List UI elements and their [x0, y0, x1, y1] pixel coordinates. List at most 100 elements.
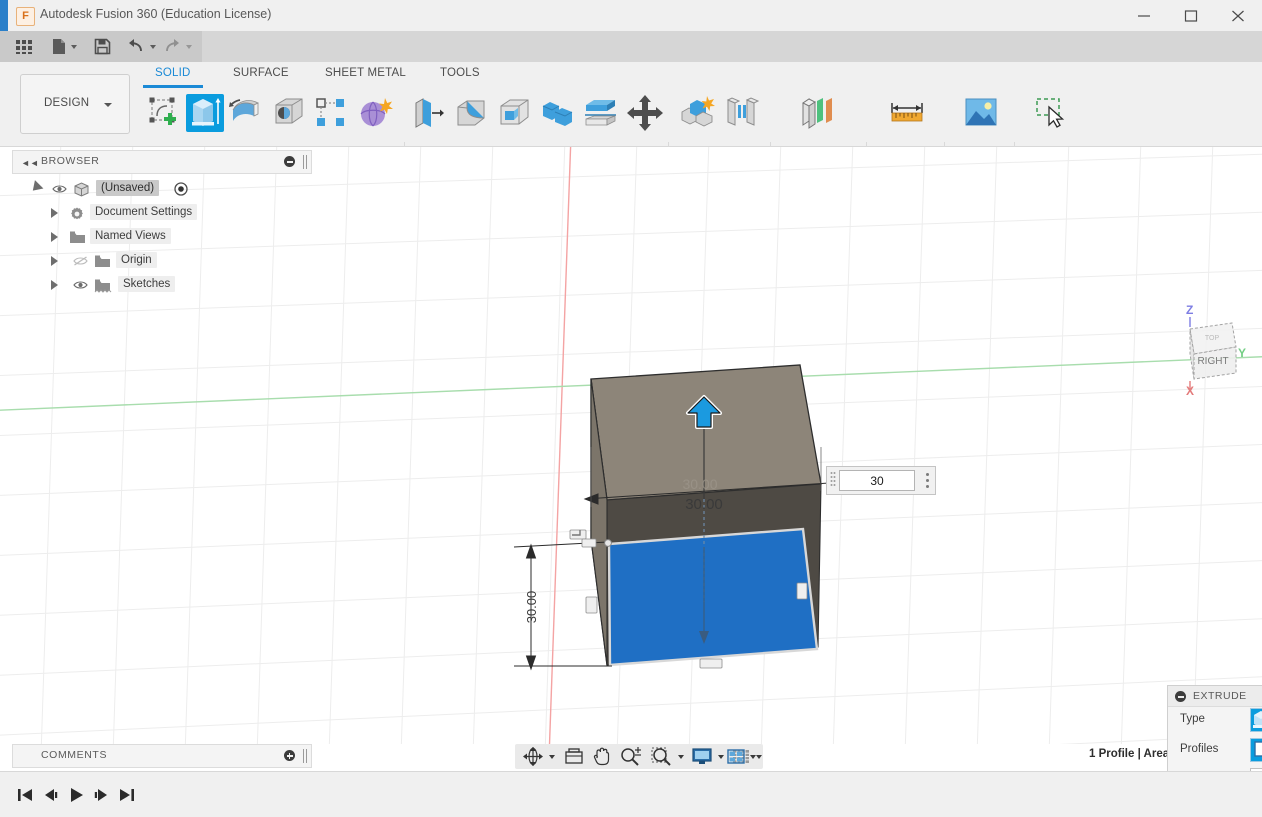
extrude-dialog-title: EXTRUDE — [1193, 690, 1247, 702]
zoom-window-dropdown-caret[interactable] — [678, 755, 684, 759]
tool-create-sketch[interactable] — [145, 94, 183, 132]
redo-icon[interactable] — [163, 37, 181, 56]
tool-insert-image[interactable] — [962, 94, 1000, 132]
play-button[interactable] — [68, 786, 85, 804]
tree-item-unsaved[interactable]: (Unsaved) — [28, 177, 258, 201]
go-to-beginning-button[interactable] — [17, 786, 34, 804]
eye-visible-icon[interactable] — [52, 184, 67, 194]
undo-dropdown-caret[interactable] — [150, 45, 156, 49]
drag-grip-icon[interactable] — [830, 471, 836, 490]
tool-combine[interactable] — [539, 94, 577, 132]
extrude-dialog-header: EXTRUDE — [1168, 686, 1262, 707]
redo-dropdown-caret[interactable] — [186, 45, 192, 49]
status-selection-info: 1 Profile | Area — [1089, 748, 1170, 760]
extrude-type-field[interactable] — [1250, 708, 1262, 732]
panel-grip[interactable] — [303, 155, 307, 169]
tool-new-component[interactable] — [678, 94, 716, 132]
tab-sheet-metal[interactable]: SHEET METAL — [325, 67, 406, 79]
double-chevron-left-icon[interactable]: ◄◄ — [21, 158, 39, 168]
tree-item-origin[interactable]: Origin — [28, 249, 258, 273]
arrow-expanded-icon[interactable] — [28, 180, 44, 195]
extrude-profiles-field[interactable] — [1250, 738, 1262, 762]
quick-access-bar: Untitled* ✕ — [0, 31, 1262, 93]
look-at-icon[interactable] — [564, 747, 584, 766]
app-logo-icon: F — [16, 7, 35, 26]
tab-surface[interactable]: SURFACE — [233, 67, 289, 79]
minus-circle-icon[interactable] — [1175, 691, 1186, 702]
tool-select-window[interactable] — [1032, 94, 1070, 132]
new-file-dropdown-caret[interactable] — [71, 45, 77, 49]
tree-item-document-settings[interactable]: Document Settings — [28, 201, 258, 225]
tree-item-named-views[interactable]: Named Views — [28, 225, 258, 249]
zoom-icon[interactable] — [620, 747, 642, 766]
minus-circle-icon[interactable] — [284, 156, 295, 167]
tool-split-body[interactable] — [582, 94, 620, 132]
extrude-row-type[interactable]: Type — [1168, 706, 1262, 736]
ribbon-tab-row: SOLID SURFACE SHEET METAL TOOLS — [0, 67, 1262, 88]
dimension-value-input-box[interactable] — [826, 466, 936, 495]
tool-joint[interactable] — [722, 94, 760, 132]
arrow-collapsed-icon[interactable] — [51, 256, 58, 266]
viewcube: RIGHT TOP Z Y X — [1186, 303, 1246, 398]
svg-text:RIGHT: RIGHT — [1197, 356, 1228, 367]
minimize-button[interactable] — [1122, 0, 1168, 31]
comments-panel-header[interactable]: COMMENTS — [12, 744, 312, 768]
dimension-label-hidden: 30.00 — [682, 476, 717, 492]
orbit-dropdown-caret[interactable] — [549, 755, 555, 759]
tool-extrude[interactable] — [186, 94, 224, 132]
new-file-icon[interactable] — [51, 37, 67, 56]
svg-text:TOP: TOP — [1205, 335, 1220, 342]
eye-visible-icon[interactable] — [73, 280, 88, 290]
display-settings-icon[interactable] — [691, 747, 713, 766]
go-to-end-button[interactable] — [118, 786, 135, 804]
zoom-window-icon[interactable] — [651, 747, 673, 766]
panel-grip[interactable] — [303, 749, 307, 763]
folder-icon — [94, 254, 111, 268]
ribbon-toolbar: DESIGN SOLID SURFACE SHEET METAL TOOLS — [0, 62, 1262, 202]
extrude-row-profiles[interactable]: Profiles — [1168, 736, 1262, 766]
component-cube-icon — [73, 182, 90, 197]
tab-solid[interactable]: SOLID — [143, 67, 202, 88]
window-title: Autodesk Fusion 360 (Education License) — [40, 7, 272, 21]
tool-offset-plane[interactable] — [798, 94, 836, 132]
tool-rectangular-pattern[interactable] — [312, 94, 350, 132]
orbit-icon[interactable] — [523, 747, 543, 766]
gear-icon — [69, 206, 86, 220]
viewports-icon[interactable] — [726, 747, 746, 766]
tab-tools[interactable]: TOOLS — [440, 67, 480, 79]
app-grid-icon[interactable] — [15, 37, 34, 56]
dimension-value-input[interactable] — [839, 470, 915, 491]
arrow-collapsed-icon[interactable] — [51, 232, 58, 242]
arrow-collapsed-icon[interactable] — [51, 280, 58, 290]
extrude-row-label: Profiles — [1180, 743, 1219, 755]
fusion360-window: F Autodesk Fusion 360 (Education License… — [0, 0, 1262, 817]
arrow-collapsed-icon[interactable] — [51, 208, 58, 218]
save-icon[interactable] — [94, 37, 111, 56]
display-dropdown-caret[interactable] — [718, 755, 724, 759]
tool-fillet[interactable] — [453, 94, 491, 132]
more-options-icon[interactable] — [926, 473, 929, 488]
extrude-row-label: Type — [1180, 713, 1205, 725]
dimension-label-horizontal: 30.00 — [685, 496, 723, 513]
step-forward-button[interactable] — [93, 786, 110, 804]
eye-hidden-icon[interactable] — [73, 256, 88, 266]
tree-item-sketches[interactable]: Sketches — [28, 273, 258, 297]
tree-item-label: (Unsaved) — [96, 180, 160, 196]
viewports-dropdown-caret[interactable] — [750, 755, 756, 759]
tool-hole[interactable] — [270, 94, 308, 132]
tool-measure[interactable] — [888, 94, 926, 132]
tool-revolve[interactable] — [228, 94, 266, 132]
maximize-button[interactable] — [1169, 0, 1215, 31]
tool-move-copy[interactable] — [626, 94, 664, 132]
svg-text:Z: Z — [1186, 303, 1193, 317]
close-button[interactable] — [1216, 0, 1262, 31]
tool-press-pull[interactable] — [410, 94, 448, 132]
plus-circle-icon[interactable] — [284, 750, 295, 761]
tool-create-form[interactable] — [356, 94, 394, 132]
model-canvas[interactable]: 30.00 30.00 30.00 RIGHT TOP Z Y X ◄◄ BRO… — [0, 147, 1262, 744]
pan-icon[interactable] — [592, 747, 612, 766]
tool-shell[interactable] — [496, 94, 534, 132]
undo-icon[interactable] — [127, 37, 145, 56]
browser-title: BROWSER — [41, 155, 100, 167]
step-back-button[interactable] — [42, 786, 59, 804]
